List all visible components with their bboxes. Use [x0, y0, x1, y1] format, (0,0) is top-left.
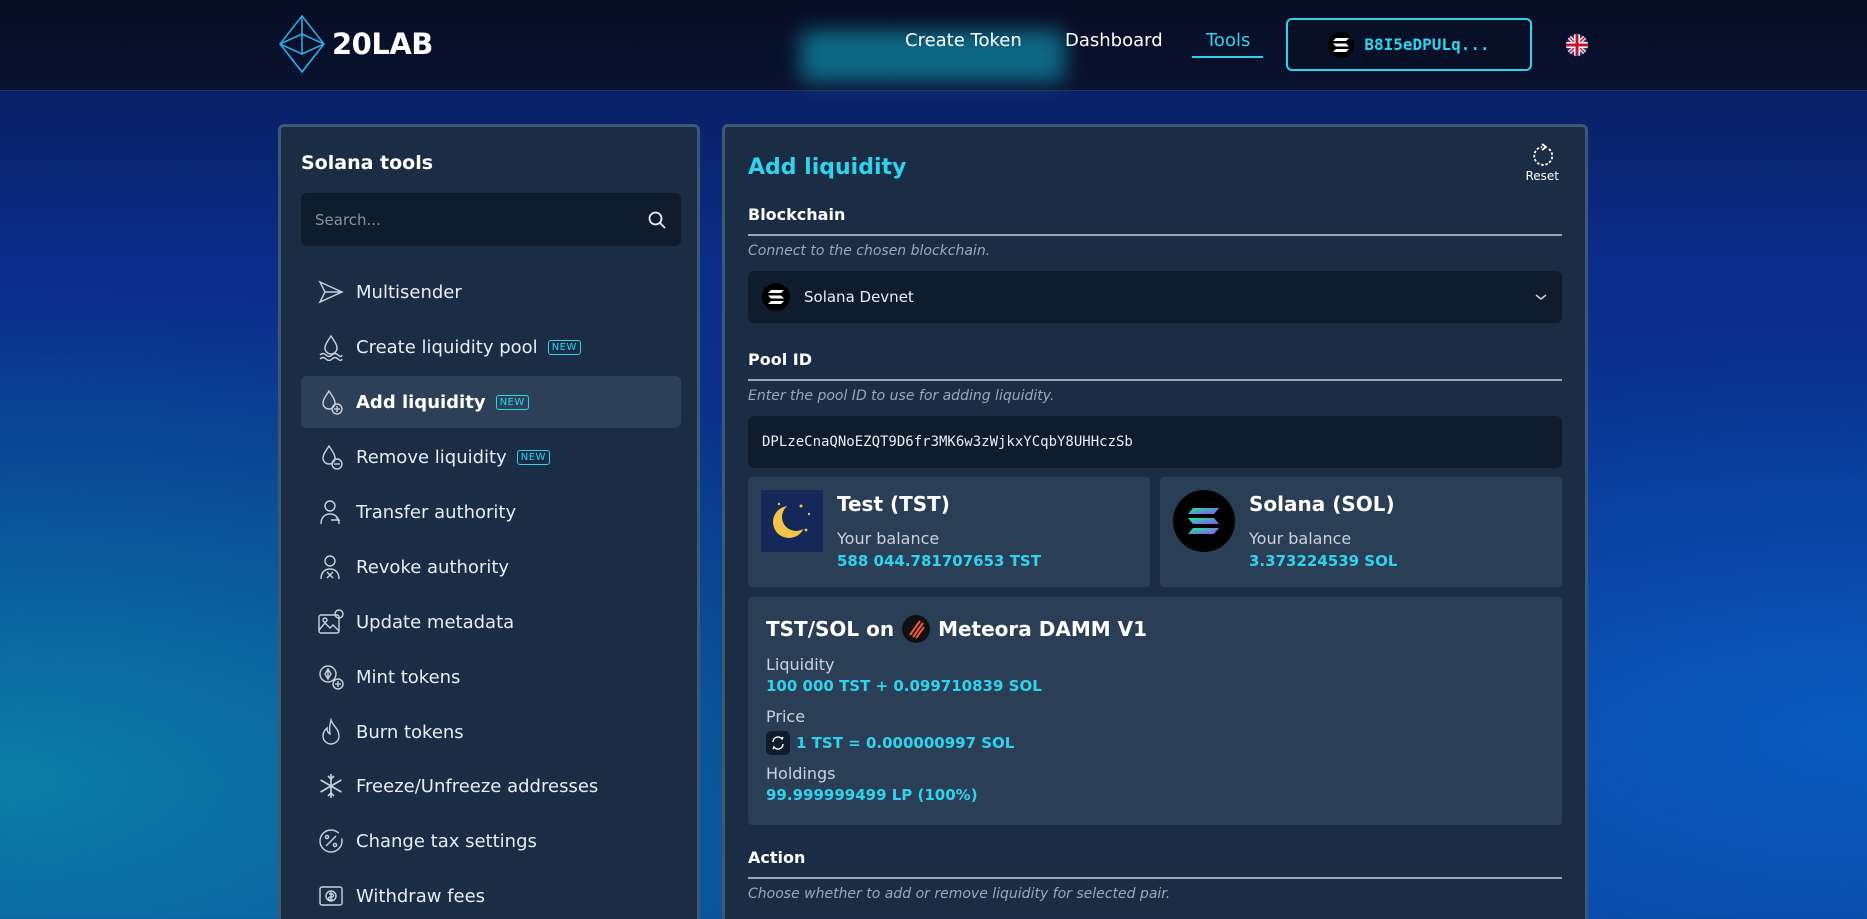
divider — [748, 877, 1562, 879]
image-edit-icon — [316, 607, 346, 637]
sidebar-item-label: Mint tokens — [356, 666, 461, 688]
liquidity-label: Liquidity — [766, 655, 835, 674]
water-drop-icon — [316, 332, 346, 362]
send-icon — [316, 277, 346, 307]
wallet-button[interactable]: B8I5eDPULq... — [1286, 18, 1532, 71]
search-box[interactable] — [301, 193, 681, 246]
liquidity-value: 100 000 TST + 0.099710839 SOL — [766, 677, 1042, 695]
wallet-address: B8I5eDPULq... — [1364, 35, 1490, 54]
balance-label: Your balance — [837, 529, 940, 548]
sidebar-item-withdraw-fees[interactable]: Withdraw fees — [301, 870, 681, 919]
sidebar-item-remove-liquidity[interactable]: Remove liquidity NEW — [301, 431, 681, 483]
sidebar-item-revoke-authority[interactable]: Revoke authority — [301, 541, 681, 593]
sidebar-item-label: Transfer authority — [356, 501, 517, 523]
page-title: Add liquidity — [748, 155, 907, 180]
drop-plus-icon — [316, 387, 346, 417]
action-label: Action — [748, 848, 806, 867]
flame-icon — [316, 717, 346, 747]
price-label: Price — [766, 707, 806, 726]
solana-icon — [762, 283, 790, 311]
drop-minus-icon — [316, 442, 346, 472]
solana-icon — [1328, 31, 1355, 58]
blockchain-description: Connect to the chosen blockchain. — [748, 243, 991, 259]
sidebar-item-update-metadata[interactable]: Update metadata — [301, 596, 681, 648]
percent-icon — [316, 826, 346, 856]
sidebar-item-label: Create liquidity pool — [356, 336, 538, 358]
pool-info-card: TST/SOL on Meteora DAMM V1 Liquidity 100… — [748, 597, 1562, 825]
logo-icon — [278, 14, 326, 74]
search-icon[interactable] — [647, 210, 667, 230]
user-revoke-icon — [316, 552, 346, 582]
pool-title: TST/SOL on Meteora DAMM V1 — [766, 615, 1147, 643]
sidebar-item-label: Add liquidity — [356, 391, 486, 413]
meteora-logo-icon — [902, 615, 931, 643]
new-badge: NEW — [495, 394, 529, 410]
sidebar-item-label: Multisender — [356, 281, 462, 303]
blockchain-select[interactable]: Solana Devnet — [748, 271, 1562, 323]
sidebar-item-multisender[interactable]: Multisender — [301, 266, 681, 318]
sidebar-item-burn-tokens[interactable]: Burn tokens — [301, 706, 681, 758]
user-transfer-icon — [316, 497, 346, 527]
reset-button[interactable]: Reset — [1525, 143, 1559, 183]
token-name: Solana (SOL) — [1249, 492, 1395, 516]
price-row: 1 TST = 0.000000997 SOL — [766, 731, 1014, 755]
sidebar-title: Solana tools — [301, 152, 434, 174]
sidebar-item-add-liquidity[interactable]: Add liquidity NEW — [301, 376, 681, 428]
holdings-value: 99.999999499 LP (100%) — [766, 786, 978, 804]
add-liquidity-panel: Add liquidity Reset Blockchain Connect t… — [722, 124, 1588, 919]
sidebar-item-label: Freeze/Unfreeze addresses — [356, 775, 599, 797]
sidebar-item-label: Remove liquidity — [356, 446, 507, 468]
nav-tools[interactable]: Tools — [1206, 30, 1250, 51]
nav-active-indicator — [1192, 56, 1263, 58]
sidebar-item-label: Change tax settings — [356, 830, 537, 852]
action-description: Choose whether to add or remove liquidit… — [748, 886, 1171, 902]
balance-value: 3.373224539 SOL — [1249, 552, 1398, 570]
nav-dashboard[interactable]: Dashboard — [1065, 30, 1163, 51]
reset-label: Reset — [1525, 169, 1559, 183]
sidebar-item-label: Revoke authority — [356, 556, 510, 578]
sidebar-item-label: Burn tokens — [356, 721, 464, 743]
swap-price-icon[interactable] — [766, 731, 790, 755]
balance-value: 588 044.781707653 TST — [837, 552, 1041, 570]
new-badge: NEW — [516, 449, 550, 465]
blockchain-label: Blockchain — [748, 205, 846, 224]
dollar-bill-icon — [316, 881, 346, 911]
token-card-sol: Solana (SOL) Your balance 3.373224539 SO… — [1160, 477, 1562, 587]
new-badge: NEW — [547, 339, 581, 355]
logo[interactable]: 20LAB — [276, 14, 433, 74]
sidebar-item-mint-tokens[interactable]: Mint tokens — [301, 651, 681, 703]
price-value: 1 TST = 0.000000997 SOL — [796, 734, 1015, 752]
pool-id-description: Enter the pool ID to use for adding liqu… — [748, 388, 1055, 404]
token-name: Test (TST) — [837, 492, 950, 516]
chevron-down-icon — [1535, 294, 1547, 300]
sidebar-item-freeze-unfreeze[interactable]: Freeze/Unfreeze addresses — [301, 760, 681, 812]
sidebar-item-transfer-authority[interactable]: Transfer authority — [301, 486, 681, 538]
divider — [748, 234, 1562, 236]
token-card-tst: Test (TST) Your balance 588 044.78170765… — [748, 477, 1150, 587]
solana-logo-icon — [1173, 490, 1235, 552]
top-header: 20LAB Create Token Dashboard Tools B8I5e… — [0, 0, 1867, 91]
dex-name: Meteora DAMM V1 — [938, 617, 1147, 641]
pool-id-input[interactable] — [762, 434, 1548, 450]
snowflake-icon — [316, 771, 346, 801]
language-flag-icon[interactable] — [1566, 34, 1588, 56]
search-input[interactable] — [315, 210, 647, 229]
token-tst-image — [761, 490, 823, 552]
sidebar-item-create-liquidity-pool[interactable]: Create liquidity pool NEW — [301, 321, 681, 373]
reset-icon — [1533, 143, 1554, 166]
holdings-label: Holdings — [766, 764, 836, 783]
blockchain-selected-value: Solana Devnet — [804, 288, 914, 306]
tools-sidebar: Solana tools Multisender Create liquidit… — [278, 124, 700, 919]
logo-text: 20LAB — [332, 27, 433, 61]
sidebar-item-change-tax-settings[interactable]: Change tax settings — [301, 815, 681, 867]
balance-label: Your balance — [1249, 529, 1352, 548]
sidebar-item-label: Update metadata — [356, 611, 515, 633]
divider — [748, 379, 1562, 381]
pool-id-field[interactable] — [748, 416, 1562, 468]
nav-create-token[interactable]: Create Token — [905, 30, 1022, 51]
pool-pair: TST/SOL on — [766, 617, 895, 641]
sidebar-item-label: Withdraw fees — [356, 885, 486, 907]
pool-id-label: Pool ID — [748, 350, 812, 369]
mint-icon — [316, 662, 346, 692]
